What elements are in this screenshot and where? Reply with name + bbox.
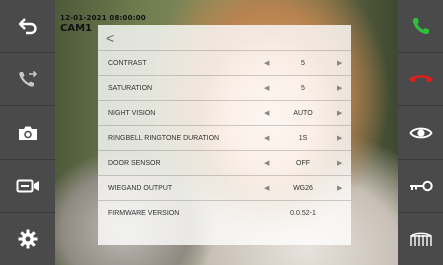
video-record-button[interactable] (0, 160, 55, 213)
call-hangup-icon (408, 75, 433, 83)
panel-header: < (98, 25, 351, 51)
setting-value: OFF (296, 159, 310, 167)
call-transfer-button[interactable] (0, 53, 55, 107)
setting-value: 5 (301, 59, 305, 67)
setting-value: 5 (301, 84, 305, 92)
right-sidebar (398, 0, 443, 265)
decrease-arrow-icon[interactable]: ◀ (264, 134, 269, 142)
increase-arrow-icon[interactable]: ▶ (337, 84, 342, 92)
settings-button[interactable] (0, 213, 55, 265)
left-sidebar (0, 0, 55, 265)
setting-row-contrast: CONTRAST ◀ 5 ▶ (98, 51, 351, 76)
monitor-eye-icon (408, 127, 433, 138)
decrease-arrow-icon[interactable]: ◀ (264, 184, 269, 192)
decrease-arrow-icon[interactable]: ◀ (264, 59, 269, 67)
hangup-button[interactable] (398, 53, 443, 107)
video-record-icon (16, 179, 39, 193)
setting-row-saturation: SATURATION ◀ 5 ▶ (98, 76, 351, 101)
increase-arrow-icon[interactable]: ▶ (337, 59, 342, 67)
increase-arrow-icon[interactable]: ▶ (337, 159, 342, 167)
increase-arrow-icon[interactable]: ▶ (337, 109, 342, 117)
setting-label: RINGBELL RINGTONE DURATION (108, 134, 220, 142)
firmware-version-value: 0.0.52-1 (290, 210, 316, 217)
setting-row-wiegand-output: WIEGAND OUTPUT ◀ WG26 ▶ (98, 176, 351, 201)
door-unlock-key-icon (409, 180, 433, 191)
setting-label: NIGHT VISION (108, 109, 156, 117)
call-answer-icon (412, 18, 429, 35)
call-transfer-icon (18, 71, 37, 87)
back-button[interactable] (0, 0, 55, 54)
setting-row-firmware-version: FIRMWARE VERSION 0.0.52-1 (98, 201, 351, 226)
setting-label: DOOR SENSOR (108, 159, 161, 167)
increase-arrow-icon[interactable]: ▶ (337, 134, 342, 142)
setting-value: 1S (298, 134, 308, 142)
decrease-arrow-icon[interactable]: ◀ (264, 159, 269, 167)
setting-row-night-vision: NIGHT VISION ◀ AUTO ▶ (98, 101, 351, 126)
setting-row-ringtone-duration: RINGBELL RINGTONE DURATION ◀ 1S ▶ (98, 126, 351, 151)
back-icon (18, 18, 37, 35)
decrease-arrow-icon[interactable]: ◀ (264, 109, 269, 117)
open-gate-button[interactable] (398, 213, 443, 265)
setting-row-door-sensor: DOOR SENSOR ◀ OFF ▶ (98, 151, 351, 176)
unlock-door-button[interactable] (398, 160, 443, 213)
setting-value: AUTO (293, 109, 313, 117)
snapshot-button[interactable] (0, 106, 55, 160)
monitor-button[interactable] (398, 106, 443, 160)
setting-label: CONTRAST (108, 59, 147, 67)
camera-snapshot-icon (18, 126, 37, 140)
answer-call-button[interactable] (398, 0, 443, 54)
image-settings-panel: < CONTRAST ◀ 5 ▶ SATURATION ◀ 5 ▶ NIGHT … (98, 25, 351, 245)
setting-label: SATURATION (108, 84, 153, 92)
settings-gear-icon (18, 229, 37, 249)
setting-label: FIRMWARE VERSION (108, 210, 180, 217)
decrease-arrow-icon[interactable]: ◀ (264, 84, 269, 92)
setting-value: WG26 (293, 184, 313, 192)
increase-arrow-icon[interactable]: ▶ (337, 184, 342, 192)
setting-label: WIEGAND OUTPUT (108, 184, 173, 192)
datetime-stamp: 12-01-2021 08:00:00 (60, 14, 146, 22)
panel-back-button[interactable]: < (106, 30, 114, 46)
gate-open-icon (409, 232, 432, 246)
